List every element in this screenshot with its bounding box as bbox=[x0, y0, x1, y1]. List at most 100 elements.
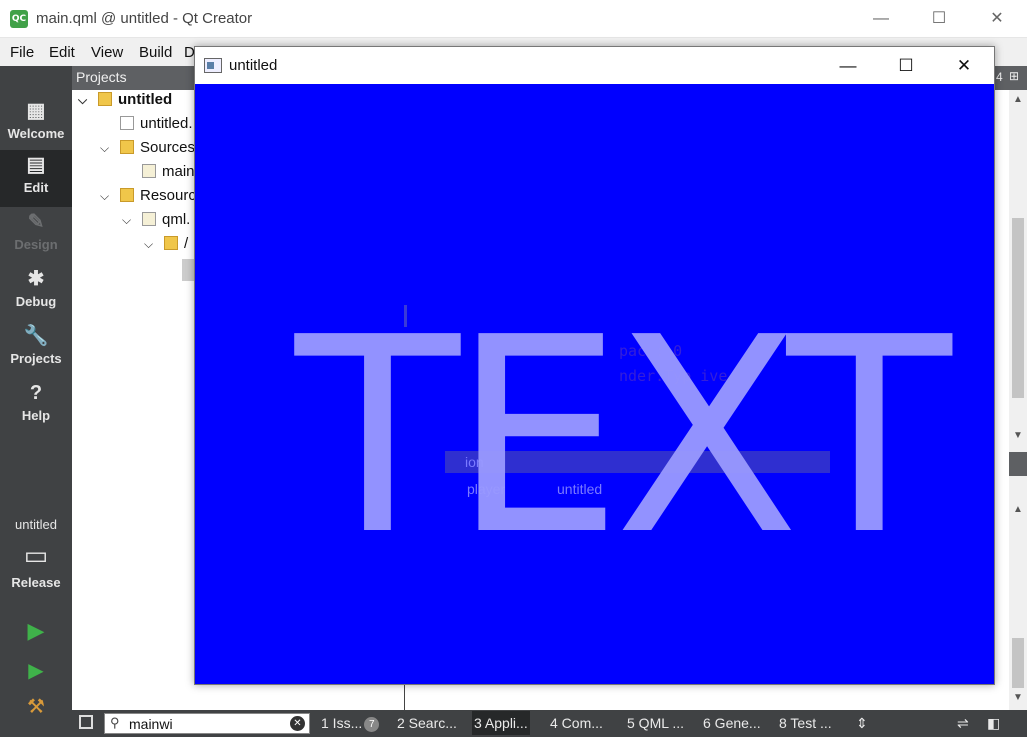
title-bar: QC main.qml @ untitled - Qt Creator — ☐ … bbox=[0, 0, 1027, 38]
right-pane-header: 4 ⊞ bbox=[995, 66, 1027, 90]
progress-details-icon[interactable]: ⇌ bbox=[957, 715, 969, 732]
chevron-down-icon[interactable]: ⌵ bbox=[122, 213, 142, 228]
bug-icon: ✱ bbox=[27, 268, 45, 290]
qt-creator-logo-icon: QC bbox=[10, 10, 28, 28]
cpp-file-icon bbox=[142, 164, 156, 178]
tab-label: 1 Iss... bbox=[321, 715, 363, 731]
scroll-down-icon[interactable]: ▼ bbox=[1013, 692, 1023, 703]
split-icon[interactable]: ⊞ bbox=[1009, 69, 1019, 83]
mode-projects[interactable]: 🔧 Projects bbox=[0, 321, 72, 378]
qt-creator-window: QC main.qml @ untitled - Qt Creator — ☐ … bbox=[0, 0, 1027, 737]
mode-label: Projects bbox=[10, 351, 62, 366]
mode-debug[interactable]: ✱ Debug bbox=[0, 264, 72, 321]
maximize-button[interactable]: ☐ bbox=[910, 0, 968, 38]
scroll-up-icon[interactable]: ▲ bbox=[1013, 504, 1023, 515]
up-down-arrows-icon[interactable]: ⇕ bbox=[856, 715, 868, 732]
mode-label: Design bbox=[14, 237, 58, 252]
app-maximize-button[interactable]: ☐ bbox=[877, 47, 935, 84]
kit-build-config[interactable]: Release bbox=[0, 575, 72, 590]
project-icon bbox=[98, 92, 112, 106]
app-window-title: untitled bbox=[229, 57, 278, 74]
scroll-up-icon[interactable]: ▲ bbox=[1013, 94, 1023, 105]
toggle-sidebar-icon[interactable] bbox=[79, 715, 93, 729]
chevron-down-icon[interactable]: ⌵ bbox=[78, 93, 98, 108]
close-button[interactable]: ✕ bbox=[968, 0, 1026, 38]
mode-help[interactable]: ? Help bbox=[0, 378, 72, 435]
tab-application-output[interactable]: 3 Appli... bbox=[472, 711, 530, 735]
kit-project-name: untitled bbox=[15, 517, 57, 532]
tree-label: qml. bbox=[162, 211, 191, 228]
output-pane-header bbox=[1009, 452, 1027, 476]
build-hammer-icon[interactable]: ⚒ bbox=[0, 694, 72, 719]
tree-label: / bbox=[184, 235, 189, 252]
mode-selector: ▦ Welcome ▤ Edit ✎ Design ✱ Debug 🔧 Proj… bbox=[0, 66, 72, 737]
mode-label: Edit bbox=[23, 180, 49, 195]
mode-welcome[interactable]: ▦ Welcome bbox=[0, 96, 72, 153]
menu-build[interactable]: Build bbox=[139, 44, 172, 61]
app-minimize-button[interactable]: — bbox=[819, 47, 877, 84]
chevron-down-icon[interactable]: ⌵ bbox=[100, 141, 120, 156]
mode-design[interactable]: ✎ Design bbox=[0, 207, 72, 264]
grid-icon: ▦ bbox=[26, 100, 46, 122]
folder-icon bbox=[120, 140, 134, 154]
run-icon[interactable]: ▶ bbox=[0, 618, 72, 644]
app-close-button[interactable]: ✕ bbox=[935, 47, 993, 84]
app-window-icon bbox=[204, 58, 222, 73]
tab-compile-output[interactable]: 4 Com... bbox=[550, 715, 603, 731]
wrench-icon: 🔧 bbox=[23, 325, 49, 347]
menu-view[interactable]: View bbox=[91, 44, 123, 61]
tree-item-root-prefix[interactable]: ⌵ / bbox=[144, 235, 188, 259]
tree-item-resources[interactable]: ⌵ Resourc bbox=[100, 187, 196, 211]
folder-lock-icon bbox=[120, 188, 134, 202]
tree-label: Sources bbox=[140, 139, 196, 156]
tree-item-qrc[interactable]: ⌵ qml. bbox=[122, 211, 190, 235]
tab-general-messages[interactable]: 6 Gene... bbox=[703, 715, 761, 731]
qml-canvas[interactable]: pac : 0 nder.Typ ive ion player untitled… bbox=[195, 84, 994, 684]
search-icon: ⚲ bbox=[110, 715, 120, 730]
qrc-file-icon bbox=[142, 212, 156, 226]
mode-label: Welcome bbox=[7, 126, 65, 141]
folder-icon bbox=[164, 236, 178, 250]
app-title-bar: untitled — ☐ ✕ bbox=[195, 47, 994, 84]
scroll-thumb[interactable] bbox=[1012, 638, 1024, 688]
minimize-button[interactable]: — bbox=[852, 0, 910, 38]
tree-label: main bbox=[162, 163, 195, 180]
application-window[interactable]: untitled — ☐ ✕ pac : 0 nder.Typ ive ion … bbox=[194, 46, 995, 685]
monitor-icon[interactable]: ▭ bbox=[0, 540, 72, 576]
help-icon: ? bbox=[29, 382, 43, 404]
mode-label: Debug bbox=[15, 294, 57, 309]
tab-issues[interactable]: 1 Iss... 7 bbox=[321, 715, 380, 732]
tab-search-results[interactable]: 2 Searc... bbox=[397, 715, 457, 731]
chevron-down-icon[interactable]: ⌵ bbox=[144, 237, 164, 252]
debug-run-icon[interactable]: ▶ bbox=[0, 658, 72, 683]
mode-edit[interactable]: ▤ Edit bbox=[0, 150, 72, 207]
tab-test-results[interactable]: 8 Test ... bbox=[779, 715, 832, 731]
tree-item-project[interactable]: ⌵ untitled bbox=[78, 91, 172, 115]
scroll-thumb[interactable] bbox=[1012, 218, 1024, 398]
locator[interactable]: ⚲ mainwi ✕ bbox=[104, 713, 310, 734]
tree-label: untitled. bbox=[140, 115, 193, 132]
right-pane-label: 4 bbox=[996, 70, 1003, 84]
tree-item-main-cpp[interactable]: main bbox=[122, 163, 195, 187]
tree-label: untitled bbox=[118, 91, 173, 108]
tree-item-sources[interactable]: ⌵ Sources bbox=[100, 139, 195, 163]
clear-icon[interactable]: ✕ bbox=[290, 716, 305, 731]
projects-pane-title: Projects bbox=[76, 69, 127, 85]
toggle-right-sidebar-icon[interactable]: ◧ bbox=[987, 715, 1000, 732]
qml-text-element: TEXT bbox=[295, 279, 952, 594]
menu-file[interactable]: File bbox=[10, 44, 34, 61]
pencil-icon: ✎ bbox=[27, 211, 45, 233]
tree-item-pro-file[interactable]: untitled. bbox=[100, 115, 193, 139]
pro-file-icon bbox=[120, 116, 134, 130]
status-bar: ⚲ mainwi ✕ 1 Iss... 7 2 Searc... 3 Appli.… bbox=[72, 710, 1027, 737]
menu-edit[interactable]: Edit bbox=[49, 44, 75, 61]
window-title: main.qml @ untitled - Qt Creator bbox=[36, 10, 253, 27]
scroll-down-icon[interactable]: ▼ bbox=[1013, 430, 1023, 441]
tab-qml-debugger[interactable]: 5 QML ... bbox=[627, 715, 684, 731]
editor-scrollbar[interactable]: ▲ ▼ ▲ ▼ bbox=[1009, 90, 1027, 710]
chevron-down-icon[interactable]: ⌵ bbox=[100, 189, 120, 204]
locator-input[interactable]: mainwi bbox=[129, 716, 173, 732]
tree-label: Resourc bbox=[140, 187, 196, 204]
issues-count-badge: 7 bbox=[364, 717, 380, 732]
document-icon: ▤ bbox=[26, 154, 46, 176]
